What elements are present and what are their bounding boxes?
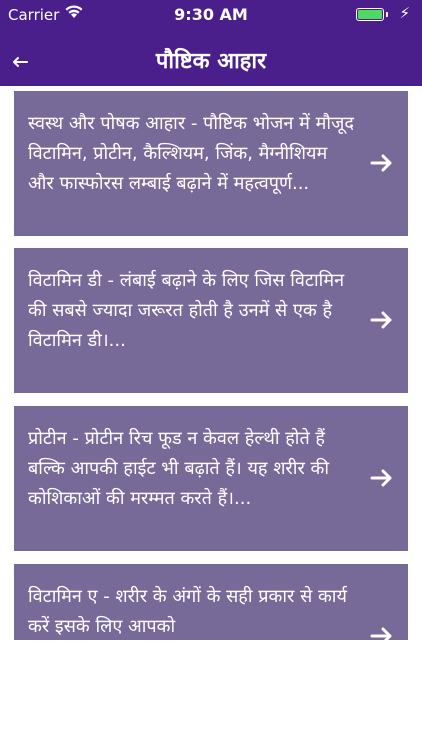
article-text: विटामिन डी - लंबाई बढ़ाने के लिए जिस विट… [28,270,345,351]
status-bar: Carrier 9:30 AM ⚡ [0,0,422,30]
battery-icon [356,8,384,21]
article-text: विटामिन ए - शरीर के अंगों के सही प्रकार … [28,586,347,637]
right-arrow-icon [370,469,392,487]
nav-header: Carrier 9:30 AM ⚡ पौष्टिक आहार [0,0,422,86]
empty-area [0,640,422,750]
article-card[interactable]: विटामिन ए - शरीर के अंगों के सही प्रकार … [14,564,408,640]
article-text: प्रोटीन - प्रोटीन रिच फूड न केवल हेल्थी … [28,428,330,509]
article-card[interactable]: प्रोटीन - प्रोटीन रिच फूड न केवल हेल्थी … [14,406,408,551]
article-list[interactable]: स्वस्थ और पोषक आहार - पौष्टिक भोजन में म… [0,86,422,640]
charging-icon: ⚡ [399,4,410,22]
right-arrow-icon [370,627,392,640]
battery-tip [386,12,388,17]
right-arrow-icon [370,154,392,172]
article-card[interactable]: स्वस्थ और पोषक आहार - पौष्टिक भोजन में म… [14,91,408,236]
right-arrow-icon [370,311,392,329]
page-title: पौष्टिक आहार [155,49,267,74]
article-text: स्वस्थ और पोषक आहार - पौष्टिक भोजन में म… [28,113,354,194]
article-card[interactable]: विटामिन डी - लंबाई बढ़ाने के लिए जिस विट… [14,248,408,393]
